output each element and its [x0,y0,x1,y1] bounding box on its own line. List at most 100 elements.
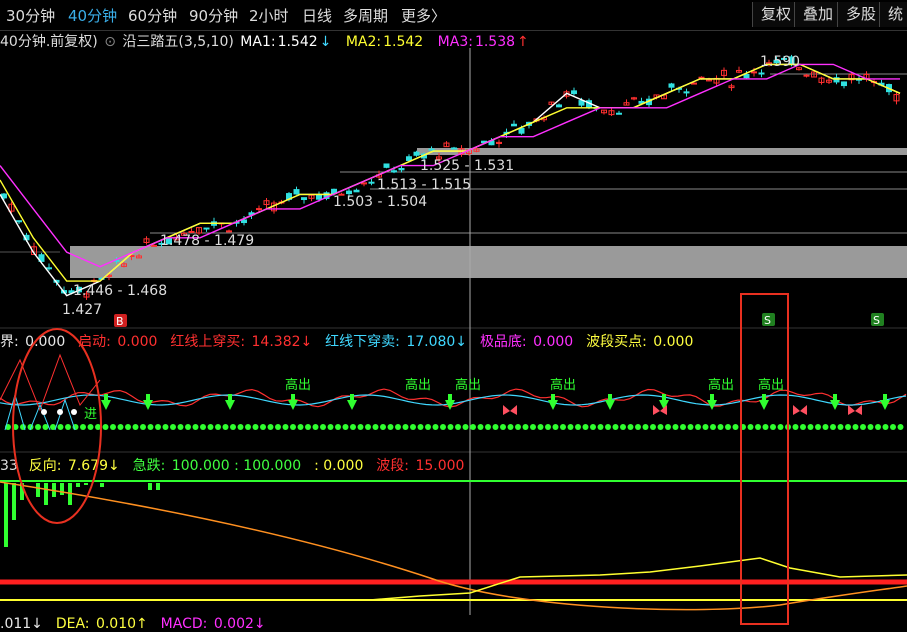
price-label-1525: 1.525 - 1.531 [420,158,514,174]
signal-dot [462,424,469,430]
signal-dot [717,424,724,430]
svg-text:S: S [764,314,771,327]
candle-body [803,74,810,77]
candle-body [241,219,247,224]
signal-dot [612,424,619,430]
price-label-1478: 1.478 - 1.479 [160,233,254,249]
signal-dot [162,424,169,430]
signal-dot [507,424,514,430]
histogram-bar [84,483,88,485]
signal-dot [627,424,634,430]
candle-body [518,127,525,134]
candle-body [293,189,300,195]
candle-body [571,90,577,95]
signal-dot [605,424,611,430]
candle-body [743,73,750,79]
signal-dot [147,424,154,430]
signal-dot [620,424,626,430]
signal-dot [290,424,296,430]
signal-dot [320,424,326,430]
down-arrow-icon [445,394,455,410]
signal-dot [642,424,649,430]
signal-dot [515,424,521,430]
candle-body [511,123,517,127]
yellow-curve [369,557,907,601]
signal-dot [597,424,604,430]
signal-dot [350,424,356,430]
histogram-bar [12,483,16,520]
signal-panel: 高出 高出 高出 高出 高出 高出进 [0,353,907,431]
candle-body [368,181,375,184]
signal-dot [500,424,506,430]
signal-dot [87,424,94,430]
signal-dot [822,424,829,430]
price-label-1503: 1.503 - 1.504 [333,194,427,210]
histogram-bar [36,483,40,497]
signal-dot [387,424,394,430]
signal-dot [522,424,529,430]
candle-body [256,208,262,211]
white-dot [41,409,47,415]
signal-dot [860,424,866,430]
histogram-bar [100,483,104,487]
signal-dot [755,424,761,430]
high-price-label: 1.590 [760,54,800,70]
chart-canvas[interactable]: 1.525 - 1.531 1.513 - 1.515 1.503 - 1.50… [0,0,907,630]
histogram-bar [156,483,160,490]
candle-body [383,163,390,168]
white-dot [71,409,77,415]
high-out-label: 高出 [455,377,481,393]
high-out-label: 高出 [758,377,784,393]
signal-dot [702,424,709,430]
partial-label: 进 [84,407,97,422]
candle-body [16,220,22,223]
signal-dot [650,424,656,430]
candle-body [751,71,757,74]
butterfly-icon [793,405,807,415]
signal-dot [297,424,304,430]
signal-dot [35,424,41,430]
signal-dot [837,424,844,430]
signal-dot [567,424,574,430]
signal-dot [725,424,731,430]
signal-dot [657,424,664,430]
candle-body [668,83,675,88]
signal-dot [260,424,266,430]
highlight-box [740,293,789,625]
histogram-bar [44,483,48,505]
candle-body [556,104,562,108]
candle-body [616,112,622,115]
signal-dot [455,424,461,430]
candle-body [301,197,307,201]
signal-dot [327,424,334,430]
signal-dot [890,424,896,430]
signal-dot [635,424,641,430]
signal-dot [222,424,229,430]
signal-dot [485,424,491,430]
signal-dot [867,424,874,430]
zone-1446 [70,246,907,278]
signal-dot [417,424,424,430]
signal-dot [282,424,289,430]
down-arrow-icon [288,394,298,410]
signal-dot [590,424,596,430]
price-label-1446: 1.446 - 1.468 [73,283,167,299]
candle-body [391,170,397,173]
orange-curve [0,481,907,611]
signal-dot [267,424,274,430]
signal-dot [410,424,416,430]
butterfly-icon [503,405,517,415]
candle-body [353,189,360,193]
signal-dot [852,424,859,430]
signal-dot [807,424,814,430]
histogram-bar [60,483,64,495]
signal-dot [425,424,431,430]
signal-dot [207,424,214,430]
signal-dot [762,424,769,430]
signal-dot [447,424,454,430]
signal-dot [372,424,379,430]
candle-body [406,156,412,161]
svg-text:S: S [873,314,880,327]
signal-dot [102,424,109,430]
signal-dot [312,424,319,430]
